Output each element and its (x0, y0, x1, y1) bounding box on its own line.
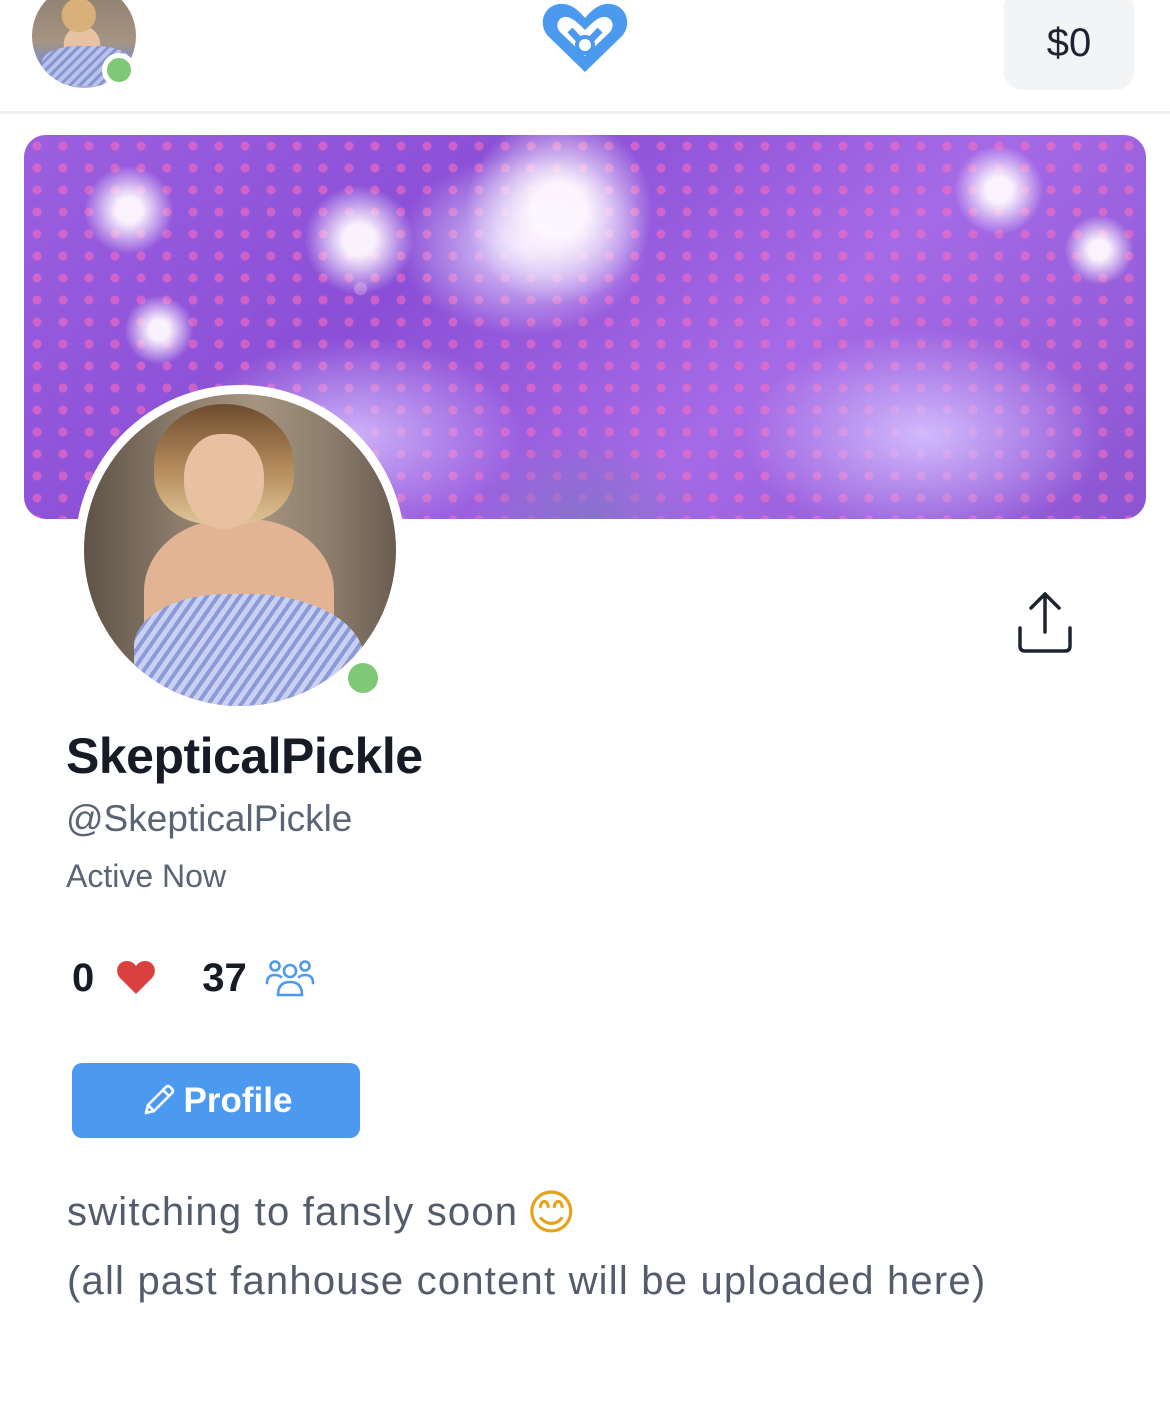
profile-stats: 0 37 (72, 950, 315, 1006)
cover-light (1064, 215, 1134, 285)
cover-light (304, 185, 414, 295)
nav-online-indicator (102, 53, 136, 87)
balance-amount: $0 (1046, 20, 1092, 65)
people-icon[interactable] (265, 957, 315, 999)
top-bar: $0 (0, 0, 1170, 114)
likes-count: 0 (72, 955, 95, 1000)
avatar[interactable] (84, 394, 396, 706)
display-name: SkepticalPickle (66, 728, 423, 784)
cover-light (84, 165, 174, 255)
activity-status: Active Now (66, 858, 227, 894)
bio-line: switching to fansly soon 😊 (67, 1185, 1147, 1241)
bio-text: switching to fansly soon (67, 1190, 519, 1234)
username-handle: @SkepticalPickle (66, 798, 353, 839)
cover-light (464, 135, 654, 305)
share-upload-icon[interactable] (1012, 588, 1078, 658)
heart-logo-icon[interactable] (540, 0, 630, 76)
smile-emoji: 😊 (526, 1185, 578, 1241)
pencil-icon (144, 1084, 174, 1114)
online-indicator (342, 657, 384, 699)
avatar-face (184, 434, 264, 529)
edit-profile-button[interactable]: Profile (72, 1063, 360, 1138)
wallet-balance-button[interactable]: $0 (1004, 0, 1134, 90)
edit-profile-label: Profile (183, 1080, 293, 1120)
heart-icon (117, 961, 156, 994)
bio-line: (all past fanhouse content will be uploa… (67, 1259, 987, 1303)
followers-count: 37 (202, 955, 247, 1000)
cover-light (954, 145, 1044, 235)
cover-light (124, 295, 194, 365)
